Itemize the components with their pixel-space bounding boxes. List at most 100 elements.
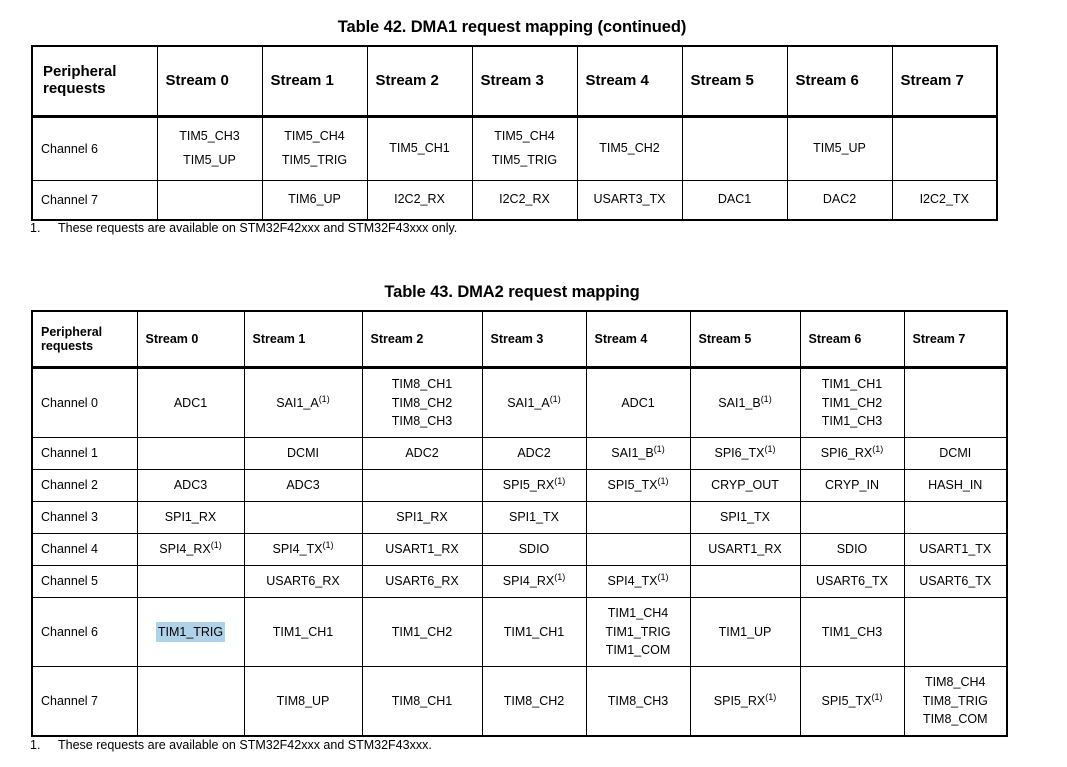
cell-channel-0-stream-3[interactable]: SAI1_A(1)	[481, 367, 587, 438]
cell-channel-7-stream-7[interactable]: TIM8_CH4 TIM8_TRIG TIM8_COM	[903, 666, 1008, 737]
cell-channel-3-stream-6[interactable]	[799, 501, 905, 534]
cell-channel-0-stream-6[interactable]: TIM1_CH1 TIM1_CH2 TIM1_CH3	[799, 367, 905, 438]
cell-channel-6-stream-7[interactable]	[903, 597, 1008, 667]
cell-channel-5-stream-6[interactable]: USART6_TX	[799, 565, 905, 598]
cell-channel-3-stream-7[interactable]	[903, 501, 1008, 534]
table-43-caption: Table 43. DMA2 request mapping	[384, 283, 640, 301]
cell-channel-3-stream-0[interactable]: SPI1_RX	[136, 501, 245, 534]
cell-channel-1-stream-4[interactable]: SAI1_B(1)	[585, 437, 691, 470]
cell-channel-6-stream-7[interactable]	[891, 116, 998, 181]
cell-channel-3-stream-4[interactable]	[585, 501, 691, 534]
cell-channel-7-stream-3[interactable]: TIM8_CH2	[481, 666, 587, 737]
cell-channel-4-stream-6[interactable]: SDIO	[799, 533, 905, 566]
cell-channel-5-stream-7[interactable]: USART6_TX	[903, 565, 1008, 598]
cell-channel-2-stream-4[interactable]: SPI5_TX(1)	[585, 469, 691, 502]
cell-channel-1-stream-2[interactable]: ADC2	[361, 437, 483, 470]
cell-channel-2-stream-6[interactable]: CRYP_IN	[799, 469, 905, 502]
cell-channel-6-stream-5[interactable]	[681, 116, 788, 181]
cell-channel-6-stream-0[interactable]: TIM5_CH3 TIM5_UP	[156, 116, 263, 181]
cell-channel-1-stream-7[interactable]: DCMI	[903, 437, 1008, 470]
cell-channel-6-stream-2[interactable]: TIM5_CH1	[366, 116, 473, 181]
cell-channel-7-stream-0[interactable]	[136, 666, 245, 737]
footnote-ref: (1)	[764, 443, 776, 454]
cell-channel-7-stream-5[interactable]: DAC1	[681, 180, 788, 221]
cell-channel-1-stream-3[interactable]: ADC2	[481, 437, 587, 470]
cell-line: SPI4_TX(1)	[248, 540, 359, 559]
cell-text: TIM1_CH4	[607, 605, 669, 620]
cell-channel-0-stream-1[interactable]: SAI1_A(1)	[243, 367, 363, 438]
cell-channel-7-stream-4[interactable]: TIM8_CH3	[585, 666, 691, 737]
cell-channel-7-stream-4[interactable]: USART3_TX	[576, 180, 683, 221]
cell-text: TIM8_UP	[276, 693, 330, 708]
selected-text-highlight[interactable]: TIM1_TRIG	[155, 621, 226, 643]
cell-channel-7-stream-2[interactable]: I2C2_RX	[366, 180, 473, 221]
cell-channel-1-stream-1[interactable]: DCMI	[243, 437, 363, 470]
cell-channel-3-stream-2[interactable]: SPI1_RX	[361, 501, 483, 534]
cell-channel-3-stream-1[interactable]	[243, 501, 363, 534]
cell-channel-2-stream-7[interactable]: HASH_IN	[903, 469, 1008, 502]
cell-channel-0-stream-5[interactable]: SAI1_B(1)	[689, 367, 801, 438]
cell-channel-1-stream-5[interactable]: SPI6_TX(1)	[689, 437, 801, 470]
cell-channel-7-stream-7[interactable]: I2C2_TX	[891, 180, 998, 221]
cell-channel-1-stream-6[interactable]: SPI6_RX(1)	[799, 437, 905, 470]
cell-channel-5-stream-3[interactable]: SPI4_RX(1)	[481, 565, 587, 598]
cell-channel-4-stream-3[interactable]: SDIO	[481, 533, 587, 566]
cell-channel-5-stream-0[interactable]	[136, 565, 245, 598]
cell-channel-7-stream-3[interactable]: I2C2_RX	[471, 180, 578, 221]
cell-line: I2C2_TX	[896, 188, 994, 212]
cell-line[interactable]: TIM1_TRIG	[141, 621, 241, 643]
cell-channel-2-stream-2[interactable]	[361, 469, 483, 502]
cell-channel-4-stream-1[interactable]: SPI4_TX(1)	[243, 533, 363, 566]
cell-channel-6-stream-3[interactable]: TIM1_CH1	[481, 597, 587, 667]
cell-channel-6-stream-2[interactable]: TIM1_CH2	[361, 597, 483, 667]
cell-channel-7-stream-2[interactable]: TIM8_CH1	[361, 666, 483, 737]
cell-channel-4-stream-0[interactable]: SPI4_RX(1)	[136, 533, 245, 566]
cell-channel-3-stream-5[interactable]: SPI1_TX	[689, 501, 801, 534]
cell-channel-4-stream-2[interactable]: USART1_RX	[361, 533, 483, 566]
cell-channel-2-stream-1[interactable]: ADC3	[243, 469, 363, 502]
cell-channel-2-stream-3[interactable]: SPI5_RX(1)	[481, 469, 587, 502]
cell-channel-2-stream-0[interactable]: ADC3	[136, 469, 245, 502]
cell-line: DAC2	[791, 188, 889, 212]
cell-text: SPI5_TX(1)	[607, 475, 669, 493]
cell-channel-6-stream-3[interactable]: TIM5_CH4 TIM5_TRIG	[471, 116, 578, 181]
cell-channel-5-stream-5[interactable]	[689, 565, 801, 598]
cell-channel-2-stream-5[interactable]: CRYP_OUT	[689, 469, 801, 502]
cell-channel-6-stream-6[interactable]: TIM1_CH3	[799, 597, 905, 667]
cell-channel-5-stream-4[interactable]: SPI4_TX(1)	[585, 565, 691, 598]
cell-channel-6-stream-1[interactable]: TIM1_CH1	[243, 597, 363, 667]
cell-channel-5-stream-1[interactable]: USART6_RX	[243, 565, 363, 598]
cell-channel-6-stream-6[interactable]: TIM5_UP	[786, 116, 893, 181]
cell-line: SPI5_TX(1)	[590, 476, 687, 495]
cell-channel-7-stream-6[interactable]: SPI5_TX(1)	[799, 666, 905, 737]
cell-channel-7-stream-1[interactable]: TIM8_UP	[243, 666, 363, 737]
cell-channel-6-stream-4[interactable]: TIM5_CH2	[576, 116, 683, 181]
cell-channel-0-stream-7[interactable]	[903, 367, 1008, 438]
table-42-dma1-request-mapping: Peripheral requests Stream 0 Stream 1 St…	[31, 45, 998, 221]
cell-line: SPI5_TX(1)	[804, 692, 901, 711]
cell-channel-3-stream-3[interactable]: SPI1_TX	[481, 501, 587, 534]
cell-channel-4-stream-7[interactable]: USART1_TX	[903, 533, 1008, 566]
cell-channel-6-stream-4[interactable]: TIM1_CH4 TIM1_TRIG TIM1_COM	[585, 597, 691, 667]
footnote-ref: (1)	[657, 571, 669, 582]
cell-channel-4-stream-4[interactable]	[585, 533, 691, 566]
cell-channel-7-stream-5[interactable]: SPI5_RX(1)	[689, 666, 801, 737]
cell-text: CRYP_OUT	[711, 478, 779, 493]
cell-channel-4-stream-5[interactable]: USART1_RX	[689, 533, 801, 566]
cell-line: SDIO	[804, 540, 901, 559]
table-row: Channel 5 USART6_RX USART6_RX SPI4_RX(1) SPI…	[31, 565, 1008, 598]
table-42-header-cell-stream-0: Stream 0	[156, 45, 263, 118]
cell-channel-7-stream-0[interactable]	[156, 180, 263, 221]
cell-channel-1-stream-0[interactable]	[136, 437, 245, 470]
cell-channel-0-stream-0[interactable]: ADC1	[136, 367, 245, 438]
cell-channel-0-stream-2[interactable]: TIM8_CH1 TIM8_CH2 TIM8_CH3	[361, 367, 483, 438]
cell-channel-7-stream-1[interactable]: TIM6_UP	[261, 180, 368, 221]
cell-text: TIM5_CH4	[284, 129, 345, 144]
cell-channel-6-stream-1[interactable]: TIM5_CH4 TIM5_TRIG	[261, 116, 368, 181]
cell-channel-6-stream-0[interactable]: TIM1_TRIG	[136, 597, 245, 667]
cell-channel-6-stream-5[interactable]: TIM1_UP	[689, 597, 801, 667]
cell-line: SPI4_RX(1)	[141, 540, 241, 559]
cell-channel-7-stream-6[interactable]: DAC2	[786, 180, 893, 221]
cell-channel-0-stream-4[interactable]: ADC1	[585, 367, 691, 438]
cell-channel-5-stream-2[interactable]: USART6_RX	[361, 565, 483, 598]
